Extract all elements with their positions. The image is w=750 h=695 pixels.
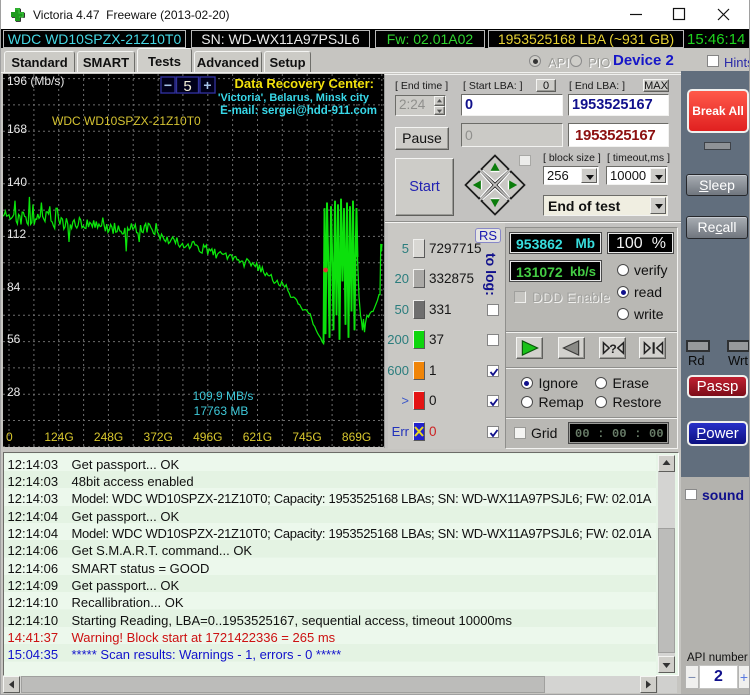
svg-text:84: 84 <box>7 280 21 294</box>
svg-text:124G: 124G <box>44 430 73 444</box>
svg-text:112: 112 <box>7 227 26 241</box>
svg-text:869G: 869G <box>342 430 371 444</box>
svg-text:0: 0 <box>6 430 13 444</box>
svg-text:56: 56 <box>7 332 21 346</box>
svg-text:E-mail: sergei@hdd-911.com: E-mail: sergei@hdd-911.com <box>220 105 377 117</box>
svg-text:496G: 496G <box>193 430 222 444</box>
svg-text:−: − <box>164 77 172 93</box>
svg-text:196 (Mb/s): 196 (Mb/s) <box>7 74 64 88</box>
svg-text:WDC WD10SPZX-21Z10T0: WDC WD10SPZX-21Z10T0 <box>52 114 201 128</box>
svg-text:372G: 372G <box>144 430 173 444</box>
svg-text:109,9 MB/s: 109,9 MB/s <box>193 389 254 403</box>
svg-text:Data Recovery Center:: Data Recovery Center: <box>235 76 374 91</box>
svg-text:745G: 745G <box>292 430 321 444</box>
svg-text:621G: 621G <box>243 430 272 444</box>
svg-text:'Victoria', Belarus, Minsk cit: 'Victoria', Belarus, Minsk city <box>218 92 370 104</box>
svg-text:248G: 248G <box>94 430 123 444</box>
svg-text:140: 140 <box>7 175 27 189</box>
svg-text:?: ? <box>609 342 617 356</box>
svg-text:+: + <box>203 77 211 93</box>
svg-text:17763 MB: 17763 MB <box>194 404 249 418</box>
svg-text:168: 168 <box>7 122 27 136</box>
svg-text:28: 28 <box>7 385 21 399</box>
svg-text:5: 5 <box>183 78 191 95</box>
